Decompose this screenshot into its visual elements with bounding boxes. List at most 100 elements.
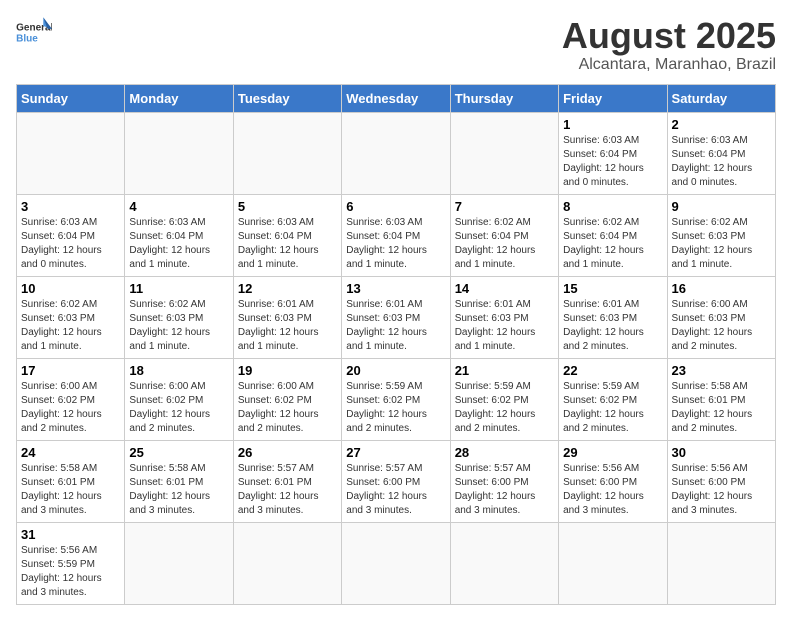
day-number: 31 xyxy=(21,527,120,542)
day-number: 29 xyxy=(563,445,662,460)
day-info: Sunrise: 5:57 AM Sunset: 6:01 PM Dayligh… xyxy=(238,463,319,516)
weekday-header-tuesday: Tuesday xyxy=(233,84,341,112)
weekday-header-friday: Friday xyxy=(559,84,667,112)
calendar-cell xyxy=(17,112,125,194)
day-number: 13 xyxy=(346,281,445,296)
calendar-cell: 7 Sunrise: 6:02 AM Sunset: 6:04 PM Daylig… xyxy=(450,194,558,276)
day-info: Sunrise: 6:01 AM Sunset: 6:03 PM Dayligh… xyxy=(455,299,536,352)
calendar-table: SundayMondayTuesdayWednesdayThursdayFrid… xyxy=(16,84,776,605)
day-info: Sunrise: 6:03 AM Sunset: 6:04 PM Dayligh… xyxy=(21,217,102,270)
day-number: 7 xyxy=(455,199,554,214)
calendar-cell: 27 Sunrise: 5:57 AM Sunset: 6:00 PM Dayli… xyxy=(342,440,450,522)
day-info: Sunrise: 6:02 AM Sunset: 6:03 PM Dayligh… xyxy=(129,299,210,352)
calendar-cell: 5 Sunrise: 6:03 AM Sunset: 6:04 PM Daylig… xyxy=(233,194,341,276)
calendar-week-row: 31 Sunrise: 5:56 AM Sunset: 5:59 PM Dayli… xyxy=(17,522,776,604)
day-info: Sunrise: 5:56 AM Sunset: 6:00 PM Dayligh… xyxy=(672,463,753,516)
weekday-header-row: SundayMondayTuesdayWednesdayThursdayFrid… xyxy=(17,84,776,112)
weekday-header-saturday: Saturday xyxy=(667,84,775,112)
calendar-cell: 13 Sunrise: 6:01 AM Sunset: 6:03 PM Dayli… xyxy=(342,276,450,358)
calendar-cell xyxy=(125,112,233,194)
day-number: 14 xyxy=(455,281,554,296)
day-number: 8 xyxy=(563,199,662,214)
logo-icon: General Blue xyxy=(16,16,52,46)
calendar-cell xyxy=(450,112,558,194)
calendar-cell: 16 Sunrise: 6:00 AM Sunset: 6:03 PM Dayli… xyxy=(667,276,775,358)
day-info: Sunrise: 6:02 AM Sunset: 6:03 PM Dayligh… xyxy=(21,299,102,352)
day-number: 20 xyxy=(346,363,445,378)
day-number: 24 xyxy=(21,445,120,460)
calendar-cell: 1Sunrise: 6:03 AM Sunset: 6:04 PM Daylig… xyxy=(559,112,667,194)
calendar-cell xyxy=(559,522,667,604)
calendar-cell xyxy=(125,522,233,604)
calendar-cell: 28Sunrise: 5:57 AM Sunset: 6:00 PM Dayli… xyxy=(450,440,558,522)
day-info: Sunrise: 6:03 AM Sunset: 6:04 PM Dayligh… xyxy=(672,135,753,188)
calendar-cell xyxy=(233,522,341,604)
calendar-title: August 2025 xyxy=(562,16,776,56)
day-number: 25 xyxy=(129,445,228,460)
day-number: 17 xyxy=(21,363,120,378)
day-number: 21 xyxy=(455,363,554,378)
day-number: 22 xyxy=(563,363,662,378)
day-number: 5 xyxy=(238,199,337,214)
day-info: Sunrise: 5:58 AM Sunset: 6:01 PM Dayligh… xyxy=(21,463,102,516)
day-number: 28 xyxy=(455,445,554,460)
day-number: 30 xyxy=(672,445,771,460)
day-number: 26 xyxy=(238,445,337,460)
day-info: Sunrise: 5:57 AM Sunset: 6:00 PM Dayligh… xyxy=(346,463,427,516)
calendar-cell: 9Sunrise: 6:02 AM Sunset: 6:03 PM Daylig… xyxy=(667,194,775,276)
day-number: 3 xyxy=(21,199,120,214)
calendar-cell: 15Sunrise: 6:01 AM Sunset: 6:03 PM Dayli… xyxy=(559,276,667,358)
calendar-cell: 21 Sunrise: 5:59 AM Sunset: 6:02 PM Dayli… xyxy=(450,358,558,440)
calendar-cell: 24 Sunrise: 5:58 AM Sunset: 6:01 PM Dayli… xyxy=(17,440,125,522)
day-info: Sunrise: 5:59 AM Sunset: 6:02 PM Dayligh… xyxy=(346,381,427,434)
day-info: Sunrise: 6:02 AM Sunset: 6:04 PM Dayligh… xyxy=(563,217,644,270)
calendar-subtitle: Alcantara, Maranhao, Brazil xyxy=(562,56,776,74)
calendar-cell: 18Sunrise: 6:00 AM Sunset: 6:02 PM Dayli… xyxy=(125,358,233,440)
calendar-cell: 8 Sunrise: 6:02 AM Sunset: 6:04 PM Daylig… xyxy=(559,194,667,276)
calendar-week-row: 17 Sunrise: 6:00 AM Sunset: 6:02 PM Dayli… xyxy=(17,358,776,440)
day-info: Sunrise: 6:01 AM Sunset: 6:03 PM Dayligh… xyxy=(346,299,427,352)
calendar-week-row: 3 Sunrise: 6:03 AM Sunset: 6:04 PM Daylig… xyxy=(17,194,776,276)
day-info: Sunrise: 6:00 AM Sunset: 6:03 PM Dayligh… xyxy=(672,299,753,352)
calendar-cell: 29 Sunrise: 5:56 AM Sunset: 6:00 PM Dayli… xyxy=(559,440,667,522)
calendar-cell: 23 Sunrise: 5:58 AM Sunset: 6:01 PM Dayli… xyxy=(667,358,775,440)
calendar-cell: 14 Sunrise: 6:01 AM Sunset: 6:03 PM Dayli… xyxy=(450,276,558,358)
calendar-cell: 26 Sunrise: 5:57 AM Sunset: 6:01 PM Dayli… xyxy=(233,440,341,522)
day-info: Sunrise: 5:56 AM Sunset: 6:00 PM Dayligh… xyxy=(563,463,644,516)
weekday-header-monday: Monday xyxy=(125,84,233,112)
day-info: Sunrise: 6:02 AM Sunset: 6:03 PM Dayligh… xyxy=(672,217,753,270)
calendar-week-row: 24 Sunrise: 5:58 AM Sunset: 6:01 PM Dayli… xyxy=(17,440,776,522)
calendar-cell: 6Sunrise: 6:03 AM Sunset: 6:04 PM Daylig… xyxy=(342,194,450,276)
logo: General Blue xyxy=(16,16,52,46)
day-info: Sunrise: 5:58 AM Sunset: 6:01 PM Dayligh… xyxy=(672,381,753,434)
calendar-cell: 2 Sunrise: 6:03 AM Sunset: 6:04 PM Daylig… xyxy=(667,112,775,194)
weekday-header-sunday: Sunday xyxy=(17,84,125,112)
calendar-cell: 12Sunrise: 6:01 AM Sunset: 6:03 PM Dayli… xyxy=(233,276,341,358)
day-number: 11 xyxy=(129,281,228,296)
day-number: 23 xyxy=(672,363,771,378)
calendar-cell: 19Sunrise: 6:00 AM Sunset: 6:02 PM Dayli… xyxy=(233,358,341,440)
calendar-cell: 3 Sunrise: 6:03 AM Sunset: 6:04 PM Daylig… xyxy=(17,194,125,276)
day-info: Sunrise: 5:59 AM Sunset: 6:02 PM Dayligh… xyxy=(563,381,644,434)
day-info: Sunrise: 6:03 AM Sunset: 6:04 PM Dayligh… xyxy=(129,217,210,270)
day-number: 2 xyxy=(672,117,771,132)
calendar-cell xyxy=(233,112,341,194)
calendar-cell xyxy=(667,522,775,604)
day-number: 16 xyxy=(672,281,771,296)
svg-text:Blue: Blue xyxy=(16,34,38,45)
day-info: Sunrise: 5:59 AM Sunset: 6:02 PM Dayligh… xyxy=(455,381,536,434)
day-number: 10 xyxy=(21,281,120,296)
day-number: 12 xyxy=(238,281,337,296)
day-info: Sunrise: 5:56 AM Sunset: 5:59 PM Dayligh… xyxy=(21,545,102,598)
calendar-cell: 20 Sunrise: 5:59 AM Sunset: 6:02 PM Dayli… xyxy=(342,358,450,440)
day-number: 15 xyxy=(563,281,662,296)
day-info: Sunrise: 6:02 AM Sunset: 6:04 PM Dayligh… xyxy=(455,217,536,270)
calendar-cell: 25Sunrise: 5:58 AM Sunset: 6:01 PM Dayli… xyxy=(125,440,233,522)
calendar-cell: 4Sunrise: 6:03 AM Sunset: 6:04 PM Daylig… xyxy=(125,194,233,276)
day-info: Sunrise: 6:00 AM Sunset: 6:02 PM Dayligh… xyxy=(129,381,210,434)
day-info: Sunrise: 6:03 AM Sunset: 6:04 PM Dayligh… xyxy=(238,217,319,270)
weekday-header-wednesday: Wednesday xyxy=(342,84,450,112)
day-info: Sunrise: 6:03 AM Sunset: 6:04 PM Dayligh… xyxy=(346,217,427,270)
header: General Blue August 2025 Alcantara, Mara… xyxy=(16,16,776,74)
day-number: 27 xyxy=(346,445,445,460)
